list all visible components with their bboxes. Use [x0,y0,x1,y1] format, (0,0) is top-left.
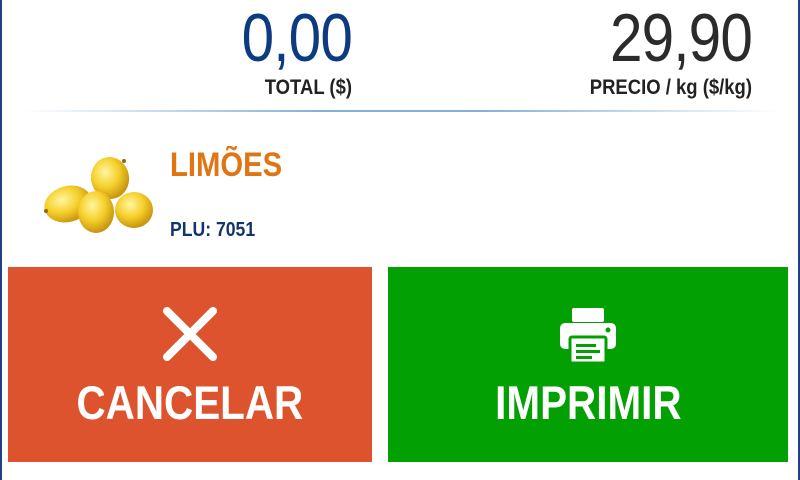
close-icon [163,307,217,361]
total-label: TOTAL ($) [264,76,352,99]
print-button-label: IMPRIMIR [494,376,682,429]
total-value: 0,00 [241,0,353,76]
printer-icon [560,308,616,365]
product-image [40,148,160,238]
lemons-icon [44,157,153,233]
frame-border-left [0,0,2,480]
price-label: PRECIO / kg ($/kg) [589,76,752,99]
cancel-button[interactable]: CANCELAR [8,267,372,462]
cancel-button-label: CANCELAR [76,376,304,429]
total-readout: 0,00 TOTAL ($) [52,0,353,100]
header-divider [22,110,782,112]
price-value: 29,90 [609,0,753,76]
product-name: LIMÕES [170,146,283,184]
print-button[interactable]: IMPRIMIR [388,267,788,462]
price-readout: 29,90 PRECIO / kg ($/kg) [422,0,753,100]
product-plu: PLU: 7051 [170,219,256,241]
